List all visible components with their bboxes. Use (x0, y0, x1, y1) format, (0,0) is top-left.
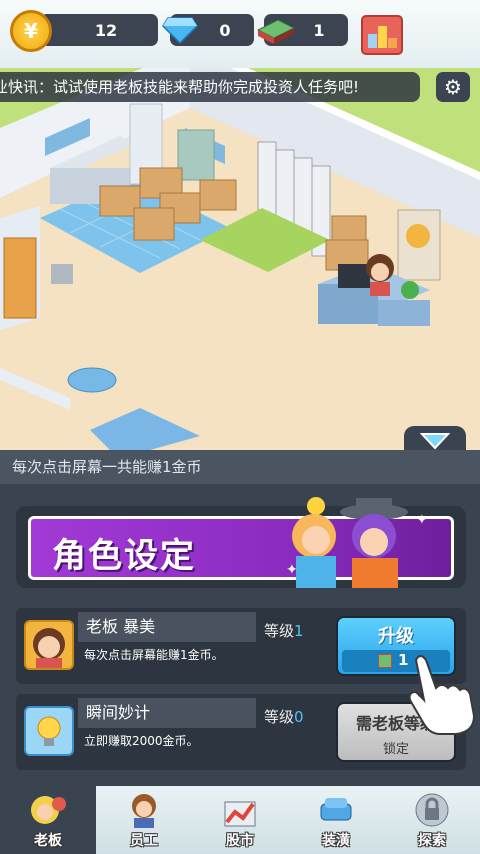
row-label-bar: 老板 暴美 (78, 612, 256, 642)
row-label-bar: 瞬间妙计 (78, 698, 256, 728)
upgrade-label: 升级 (378, 626, 414, 647)
level-value: 0 (294, 708, 304, 726)
tab-label: 探索 (418, 833, 446, 849)
boss-description: 每次点击屏幕能赚1金币。 (84, 648, 224, 662)
boss-level: 等级1 (264, 620, 304, 641)
tab-decor[interactable]: 装潢 (288, 786, 384, 854)
coin-icon: ¥ (10, 10, 52, 52)
tab-label: 股市 (226, 833, 254, 849)
lock-icon (415, 793, 449, 827)
tab-label: 装潢 (322, 833, 350, 849)
lightbulb-icon (37, 716, 61, 746)
skill-description: 立即赚取2000金币。 (84, 734, 199, 748)
svg-text:✦: ✦ (286, 562, 298, 578)
news-ticker: 商业快讯：试试使用老板技能来帮助你完成投资人任务吧! (0, 72, 420, 102)
tap-hand-icon (408, 655, 476, 735)
diamond-count: 0 (219, 20, 231, 40)
tab-label: 员工 (130, 833, 158, 849)
office-scene[interactable] (0, 68, 480, 450)
news-text: 商业快讯：试试使用老板技能来帮助你完成投资人任务吧! (0, 78, 360, 96)
locked-status-label: 锁定 (382, 742, 409, 757)
cash-bundle-icon (256, 19, 296, 44)
coin-counter: 12 (40, 14, 158, 46)
characters-illustration: ✦ ✦ (286, 497, 428, 588)
diamond-icon (162, 17, 198, 44)
tab-boss[interactable]: 老板 (0, 786, 96, 854)
coin-count: 12 (94, 20, 118, 40)
tab-label: 老板 (34, 833, 62, 849)
level-label: 等级 (264, 708, 295, 726)
cash-count: 1 (313, 20, 325, 40)
tab-staff[interactable]: 员工 (96, 786, 192, 854)
decor-icon (320, 798, 352, 821)
skill-name: 瞬间妙计 (86, 703, 151, 722)
stock-icon (224, 801, 256, 827)
staff-icon (132, 794, 156, 828)
gear-icon: ⚙ (444, 75, 462, 99)
settings-button[interactable]: ⚙ (436, 72, 470, 102)
skill-avatar (24, 706, 74, 756)
earn-info-bar: 每次点击屏幕一共能赚1金币 (0, 450, 480, 484)
boss-portrait-icon (33, 628, 65, 668)
boss-name: 老板 暴美 (86, 617, 156, 636)
boss-avatar (24, 620, 74, 670)
cash-bundle-icon (378, 654, 392, 668)
chevron-down-icon[interactable] (420, 432, 450, 450)
svg-text:✦: ✦ (416, 512, 428, 528)
level-label: 等级 (264, 622, 295, 640)
tab-stocks[interactable]: 股市 (192, 786, 288, 854)
boss-icon (31, 796, 66, 824)
tab-explore[interactable]: 探索 (384, 786, 480, 854)
skill-level: 等级0 (264, 706, 304, 727)
banner-title: 角色设定 (52, 536, 196, 576)
leaderboard-icon[interactable] (360, 14, 406, 56)
level-value: 1 (294, 622, 304, 640)
earn-info-text: 每次点击屏幕一共能赚1金币 (12, 458, 202, 476)
